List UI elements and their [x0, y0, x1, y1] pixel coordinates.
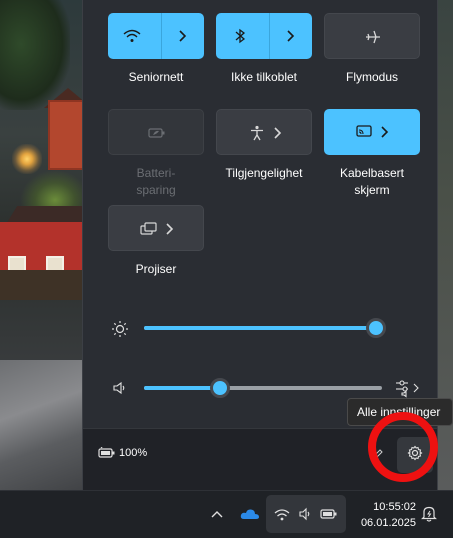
- volume-slider-fill: [144, 386, 220, 390]
- cast-tile-label: Kabelbasert skjerm: [313, 165, 431, 199]
- taskbar-clock[interactable]: 10:55:02 06.01.2025: [350, 499, 416, 531]
- airplane-icon: [363, 27, 383, 47]
- battery-saver-tile[interactable]: [108, 109, 204, 155]
- volume-slider[interactable]: [144, 386, 382, 390]
- cast-tile[interactable]: [324, 109, 420, 155]
- battery-charging-icon: [318, 504, 340, 524]
- bluetooth-tile-label: Ikke tilkoblet: [230, 70, 298, 84]
- accessibility-tile[interactable]: [216, 109, 312, 155]
- cast-icon: [354, 122, 374, 142]
- quick-settings-footer: 100%: [83, 428, 437, 491]
- system-tray-group[interactable]: [266, 495, 346, 533]
- clock-date: 06.01.2025: [360, 517, 416, 529]
- speaker-icon: [296, 504, 314, 524]
- battery-saver-label-line2: sparing: [136, 183, 176, 197]
- brightness-slider[interactable]: [144, 326, 376, 330]
- wifi-icon: [272, 504, 292, 524]
- notification-bell-icon[interactable]: [418, 503, 440, 525]
- battery-saver-label-line1: Batteri-: [136, 166, 176, 180]
- chevron-right-icon[interactable]: [159, 219, 179, 239]
- battery-saver-tile-label: Batteri- sparing: [97, 165, 215, 199]
- all-settings-button[interactable]: [397, 437, 433, 473]
- battery-saver-icon: [147, 123, 167, 143]
- battery-charging-icon[interactable]: [97, 445, 117, 461]
- tile-divider: [161, 13, 162, 59]
- all-settings-tooltip: Alle innstillinger: [347, 398, 453, 426]
- chevron-right-icon[interactable]: [172, 26, 192, 46]
- cast-label-line2: skjerm: [354, 183, 390, 197]
- gear-icon: [407, 445, 423, 466]
- accessibility-icon: [247, 123, 267, 143]
- tile-divider: [269, 13, 270, 59]
- accessibility-tile-label: Tilgjengelighet: [225, 166, 303, 180]
- taskbar: 10:55:02 06.01.2025: [0, 490, 453, 538]
- cast-label-line1: Kabelbasert: [339, 166, 405, 180]
- wifi-icon: [122, 26, 142, 46]
- wifi-tile-label: Seniornett: [128, 70, 184, 84]
- brightness-slider-fill: [144, 326, 376, 330]
- chevron-right-icon[interactable]: [267, 123, 287, 143]
- chevron-right-icon[interactable]: [374, 122, 394, 142]
- wifi-tile[interactable]: [108, 13, 204, 59]
- speaker-icon[interactable]: [109, 378, 129, 398]
- wallpaper-rock: [0, 360, 90, 500]
- pencil-icon[interactable]: [365, 443, 389, 467]
- airplane-mode-tile[interactable]: [324, 13, 420, 59]
- airplane-mode-tile-label: Flymodus: [345, 70, 398, 84]
- brightness-slider-thumb[interactable]: [366, 318, 386, 338]
- project-icon: [139, 219, 159, 239]
- project-tile[interactable]: [108, 205, 204, 251]
- bluetooth-tile[interactable]: [216, 13, 312, 59]
- wallpaper-dock: [0, 270, 82, 300]
- wallpaper-tree: [0, 0, 70, 110]
- chevron-up-icon[interactable]: [206, 503, 228, 525]
- bluetooth-icon: [230, 26, 250, 46]
- battery-percentage: 100%: [119, 447, 148, 459]
- volume-mixer-icon[interactable]: [393, 376, 423, 400]
- project-tile-label: Projiser: [135, 262, 177, 276]
- brightness-icon: [109, 318, 131, 340]
- onedrive-icon[interactable]: [238, 503, 262, 525]
- volume-slider-thumb[interactable]: [210, 378, 230, 398]
- clock-time: 10:55:02: [373, 501, 416, 513]
- chevron-right-icon[interactable]: [280, 26, 300, 46]
